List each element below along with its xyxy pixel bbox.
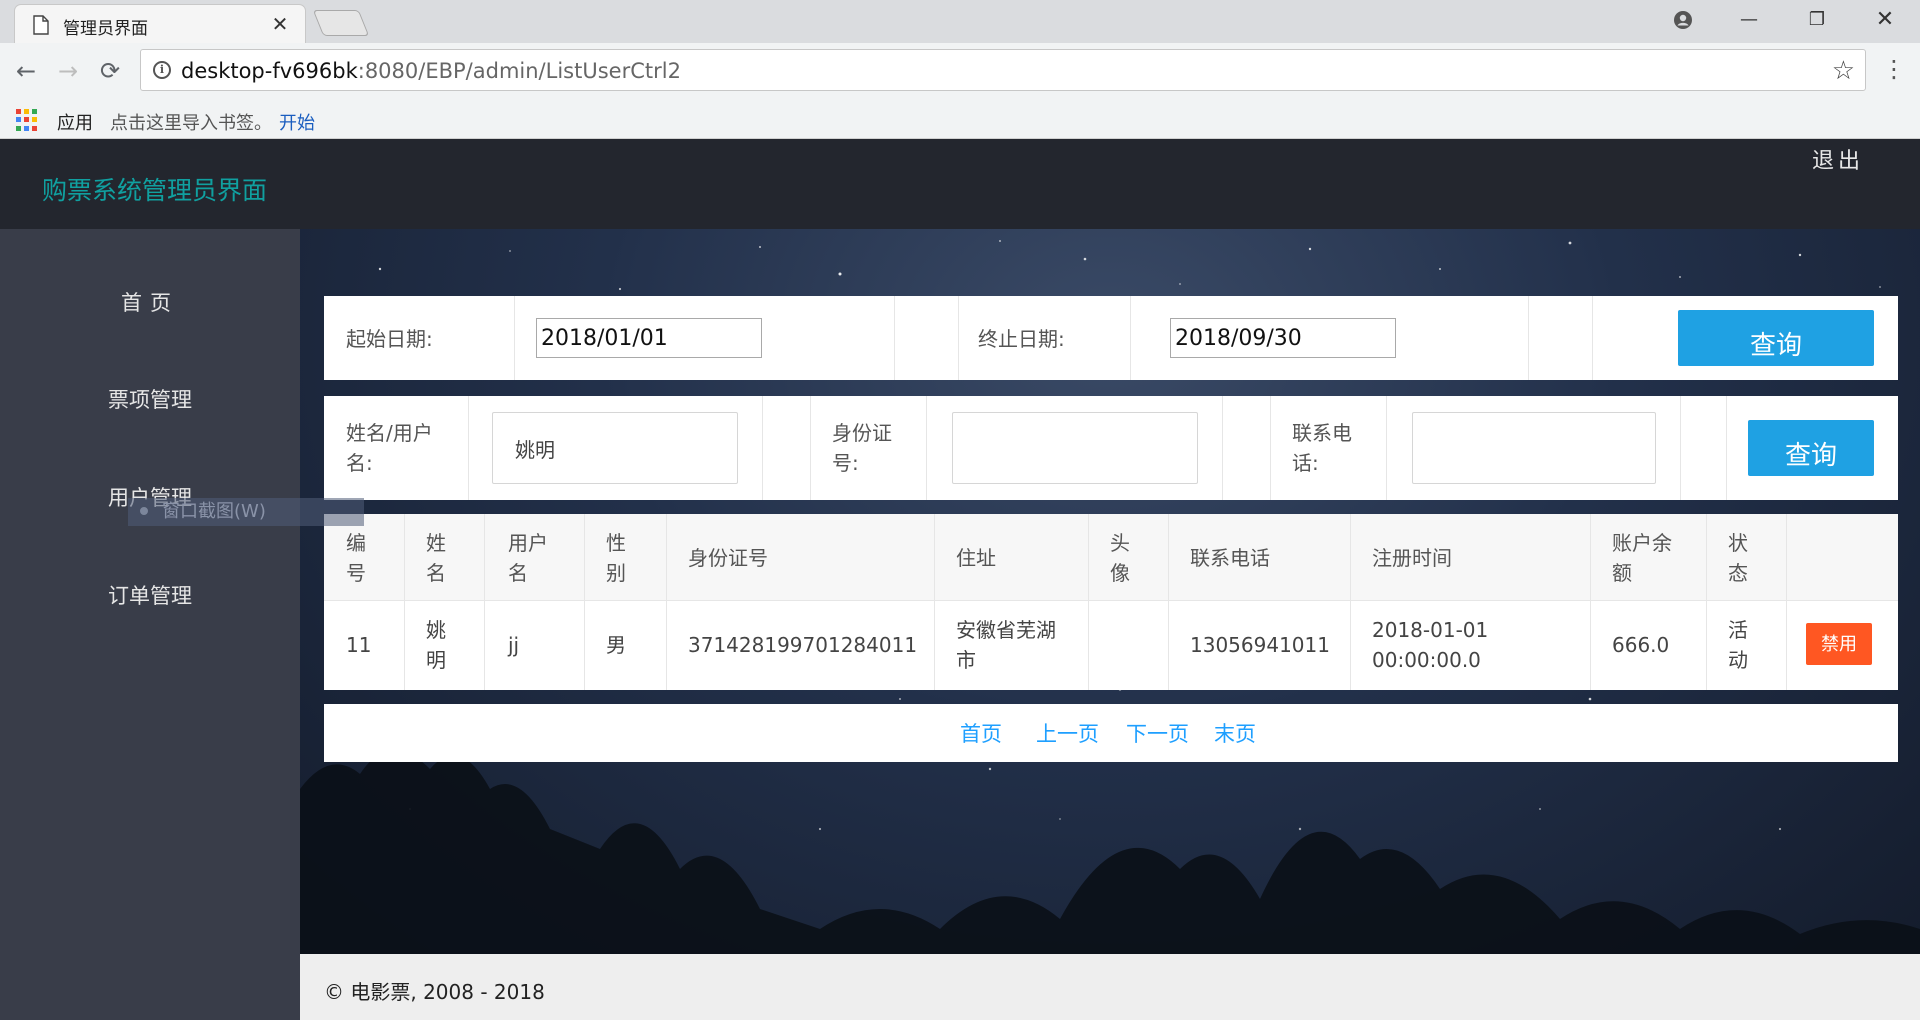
col-header-gender-1: 性 (606, 531, 626, 555)
id-number-input[interactable] (952, 412, 1198, 484)
bookmark-star-icon[interactable]: ☆ (1832, 56, 1855, 86)
col-header-balance-1: 账户余 (1612, 531, 1672, 555)
browser-tab[interactable]: 管理员界面 ✕ (14, 4, 306, 43)
bookmark-import-hint: 点击这里导入书签。 (110, 113, 272, 134)
start-date-input[interactable] (536, 318, 762, 358)
address-bar[interactable]: i desktop-fv696bk:8080/EBP/admin/ListUse… (140, 49, 1866, 91)
col-header-id-number: 身份证号 (688, 546, 768, 570)
screenshot-tooltip: 窗口截图(W) (128, 498, 364, 526)
cell-phone: 13056941011 (1190, 633, 1330, 657)
browser-menu-icon[interactable]: ⋮ (1882, 55, 1906, 83)
cell-username: jj (508, 633, 520, 657)
cell-registered-date: 2018-01-01 (1372, 618, 1489, 642)
cell-gender: 男 (606, 633, 626, 657)
col-header-avatar-2: 像 (1110, 561, 1130, 585)
sidebar-item-home[interactable]: 首页 (0, 273, 300, 333)
col-header-id-1: 编 (346, 531, 366, 555)
cell-registered-time: 00:00:00.0 (1372, 648, 1481, 672)
sidebar: 首页 票项管理 用户管理 订单管理 (0, 229, 300, 1020)
sidebar-item-tickets[interactable]: 票项管理 (0, 370, 300, 430)
disable-user-button[interactable]: 禁用 (1806, 623, 1872, 665)
phone-label-line2: 话: (1292, 451, 1319, 475)
reload-icon[interactable]: ⟳ (94, 55, 126, 87)
back-arrow-icon[interactable]: ← (10, 55, 42, 87)
window-close-icon[interactable]: ✕ (1862, 6, 1908, 34)
app-header: 购票系统管理员界面 退出 (0, 139, 1920, 229)
tab-title: 管理员界面 (63, 19, 148, 39)
cell-status-2: 动 (1728, 648, 1748, 672)
pager-first-link[interactable]: 首页 (960, 718, 1002, 748)
col-header-status-2: 态 (1728, 561, 1748, 585)
cell-address-1: 安徽省芜湖 (956, 618, 1056, 642)
url-host: desktop-fv696bk (181, 59, 358, 83)
cell-name-2: 明 (426, 648, 446, 672)
site-info-icon[interactable]: i (153, 61, 171, 79)
col-header-balance-2: 额 (1612, 561, 1632, 585)
start-date-label: 起始日期: (346, 327, 433, 351)
cell-id-number: 371428199701284011 (688, 633, 918, 657)
name-input[interactable] (492, 412, 738, 484)
name-label-line1: 姓名/用户 (346, 421, 433, 445)
pager-next-link[interactable]: 下一页 (1126, 718, 1189, 748)
pager-prev-link[interactable]: 上一页 (1036, 718, 1099, 748)
close-tab-icon[interactable]: ✕ (269, 13, 291, 35)
apps-grid-icon[interactable] (16, 109, 38, 131)
cell-address-2: 市 (956, 648, 976, 672)
pagination-panel (324, 704, 1898, 762)
footer-copyright: © 电影票, 2008 - 2018 (324, 980, 545, 1004)
tooltip-text: 窗口截图(W) (162, 501, 266, 522)
col-header-registered: 注册时间 (1372, 546, 1452, 570)
bookmarks-bar: 应用 点击这里导入书签。 开始 (0, 101, 1920, 135)
app-title: 购票系统管理员界面 (42, 176, 268, 205)
col-header-name-1: 姓 (426, 531, 446, 555)
end-date-label: 终止日期: (978, 327, 1065, 351)
user-query-button[interactable]: 查询 (1748, 420, 1874, 476)
cell-name-1: 姚 (426, 618, 446, 642)
bookmark-apps[interactable]: 应用 (57, 109, 93, 135)
pager-last-link[interactable]: 末页 (1214, 718, 1256, 748)
col-header-username-1: 用户 (508, 531, 548, 555)
minimize-icon[interactable]: — (1726, 6, 1772, 34)
page-footer: © 电影票, 2008 - 2018 (300, 954, 1920, 1020)
page-icon (33, 15, 49, 35)
col-header-phone: 联系电话 (1190, 546, 1270, 570)
url-path: :8080/EBP/admin/ListUserCtrl2 (357, 59, 681, 83)
name-label-line2: 名: (346, 451, 373, 475)
restore-icon[interactable]: ❐ (1794, 6, 1840, 34)
browser-toolbar: ← → ⟳ i desktop-fv696bk:8080/EBP/admin/L… (0, 43, 1920, 139)
bookmark-start-link[interactable]: 开始 (279, 109, 315, 135)
col-header-avatar-1: 头 (1110, 531, 1130, 555)
col-header-id-2: 号 (346, 561, 366, 585)
col-header-gender-2: 别 (606, 561, 626, 585)
col-header-name-2: 名 (426, 561, 446, 585)
new-tab-button[interactable] (312, 10, 370, 36)
date-query-button[interactable]: 查询 (1678, 310, 1874, 366)
col-header-status-1: 状 (1728, 531, 1748, 555)
end-date-input[interactable] (1170, 318, 1396, 358)
id-label-line1: 身份证 (832, 421, 892, 445)
profile-icon[interactable] (1660, 6, 1706, 34)
cell-status-1: 活 (1728, 618, 1748, 642)
forward-arrow-icon[interactable]: → (52, 55, 84, 87)
phone-label-line1: 联系电 (1292, 421, 1352, 445)
tooltip-dot-icon (140, 507, 148, 515)
col-header-username-2: 名 (508, 561, 528, 585)
id-label-line2: 号: (832, 451, 859, 475)
sidebar-item-orders[interactable]: 订单管理 (0, 566, 300, 626)
col-header-address: 住址 (956, 546, 996, 570)
cell-balance: 666.0 (1612, 633, 1670, 657)
phone-input[interactable] (1412, 412, 1656, 484)
url-text[interactable]: desktop-fv696bk:8080/EBP/admin/ListUserC… (181, 59, 681, 83)
cell-id: 11 (346, 633, 372, 657)
browser-tabstrip: 管理员界面 ✕ — ❐ ✕ (0, 0, 1920, 43)
logout-link[interactable]: 退出 (1812, 143, 1864, 175)
